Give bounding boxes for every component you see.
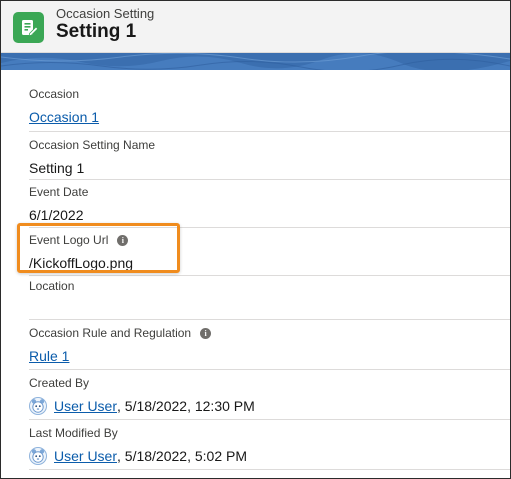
divider <box>29 179 510 180</box>
field-last-modified-by: Last Modified By User User , 5/18/2022, … <box>29 426 247 465</box>
field-label: Event Date <box>29 185 89 199</box>
field-label: Last Modified By <box>29 426 118 440</box>
divider <box>29 319 510 320</box>
field-event-logo-url: Event Logo Url i /KickoffLogo.png <box>29 233 133 272</box>
last-modified-user-link[interactable]: User User <box>54 448 117 464</box>
field-location: Location <box>29 279 74 318</box>
divider <box>29 469 510 470</box>
field-value: /KickoffLogo.png <box>29 254 134 271</box>
created-by-user-link[interactable]: User User <box>54 398 117 414</box>
field-value-wrapper: Rule 1 <box>29 346 211 365</box>
info-icon[interactable]: i <box>117 234 129 246</box>
user-avatar-icon <box>29 446 47 465</box>
record-title: Setting 1 <box>56 21 137 42</box>
user-avatar-icon <box>29 396 47 415</box>
field-occasion: Occasion Occasion 1 <box>29 87 99 126</box>
field-label-row: Event Logo Url i <box>29 233 133 247</box>
rule-link[interactable]: Rule 1 <box>29 348 69 364</box>
object-type-label: Occasion Setting <box>56 6 155 21</box>
divider <box>29 227 510 228</box>
field-label: Created By <box>29 376 90 390</box>
field-label: Occasion Setting Name <box>29 138 156 152</box>
edit-document-icon <box>13 12 44 43</box>
field-value <box>29 299 74 318</box>
divider <box>29 131 510 132</box>
field-created-by: Created By User User , 5/18/2022, 12:30 … <box>29 376 255 415</box>
field-label: Occasion Rule and Regulation <box>29 326 192 340</box>
header-banner <box>1 53 510 70</box>
field-value-wrapper: Occasion 1 <box>29 107 99 126</box>
field-setting-name: Occasion Setting Name Setting 1 <box>29 138 155 177</box>
field-label: Occasion <box>29 87 80 101</box>
info-icon[interactable]: i <box>200 327 212 339</box>
field-rule: Occasion Rule and Regulation i Rule 1 <box>29 326 212 365</box>
divider <box>29 275 510 276</box>
record-detail-page: Occasion Setting Setting 1 Occasion Occa… <box>0 0 511 479</box>
field-label: Event Logo Url <box>29 233 109 247</box>
occasion-link[interactable]: Occasion 1 <box>29 109 99 125</box>
field-value: 6/1/2022 <box>29 206 84 223</box>
field-value-row: User User , 5/18/2022, 12:30 PM <box>29 396 255 415</box>
last-modified-timestamp: , 5/18/2022, 5:02 PM <box>117 447 247 464</box>
divider <box>29 369 510 370</box>
field-value-row: User User , 5/18/2022, 5:02 PM <box>29 446 247 465</box>
created-timestamp: , 5/18/2022, 12:30 PM <box>117 397 255 414</box>
field-event-date: Event Date 6/1/2022 <box>29 185 88 224</box>
divider <box>29 419 510 420</box>
field-label-row: Occasion Rule and Regulation i <box>29 326 212 340</box>
field-value: Setting 1 <box>29 159 85 176</box>
field-label: Location <box>29 279 75 293</box>
record-header: Occasion Setting Setting 1 <box>1 1 510 53</box>
